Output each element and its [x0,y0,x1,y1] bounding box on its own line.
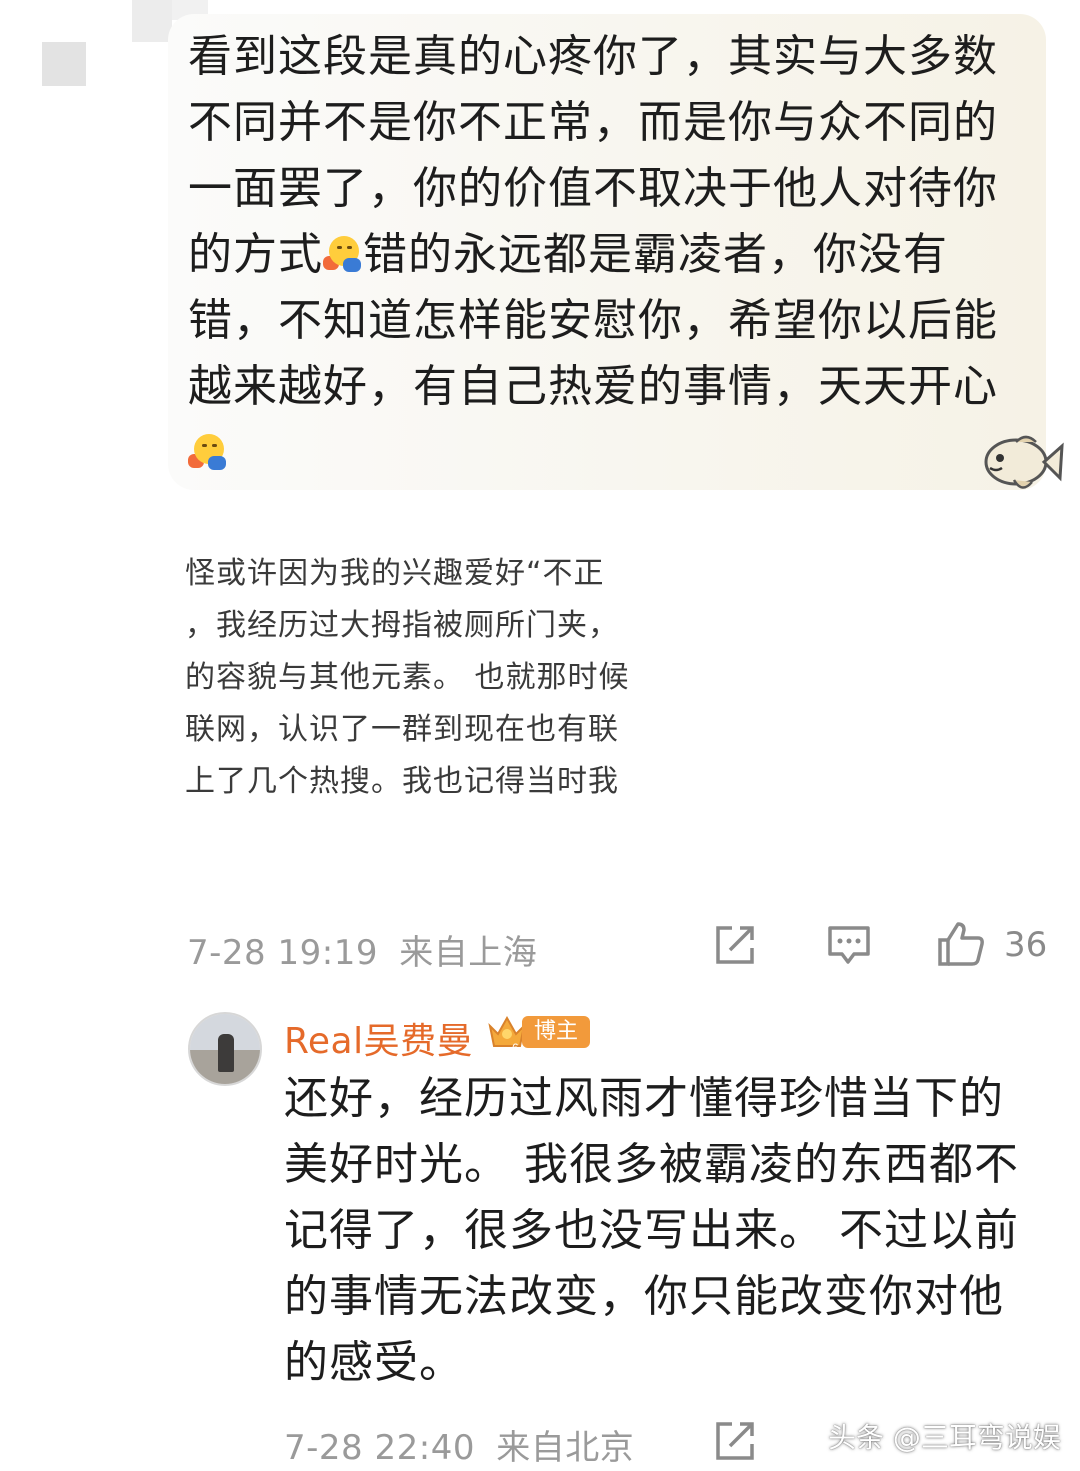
comment-meta: 7-28 19:19 来自上海 [187,925,537,974]
reply-text: 还好，经历过风雨才懂得珍惜当下的美好时光。 我很多被霸凌的东西都不记得了，很多也… [284,1073,1019,1388]
avatar[interactable] [188,1012,262,1086]
comment-line: 错的永远都是霸凌者，你没有 [363,229,948,280]
quote-line: 上了几个热搜。我也记得当时我 [185,764,619,799]
comment-line: 越来越好，有自己热爱的事情，天天开心 [188,361,998,412]
comment-line: 看到这段是真的心疼你了，其实与大多数 [188,31,998,82]
share-icon[interactable] [712,1418,758,1464]
comment-line: 错，不知道怎样能安慰你，希望你以后能 [188,295,998,346]
blogger-badge: 博主 [522,1016,591,1048]
like-icon[interactable] [936,920,986,968]
comment-icon[interactable] [826,922,872,968]
hugging-face-icon [323,234,363,274]
share-icon[interactable] [712,922,758,968]
comment-line: 不同并不是你不正常，而是你与众不同的 [188,97,998,148]
reply-meta: 7-28 22:40 来自北京 [284,1420,634,1469]
fish-icon [984,435,1064,489]
quote-line: ，我经历过大拇指被厕所门夹， [185,608,619,643]
reply-username[interactable]: Real吴费曼 [284,1012,473,1064]
comment-location: 来自上海 [399,933,538,973]
hugging-face-icon [188,432,228,472]
comment-line: 的方式 [188,229,323,280]
comment-timestamp: 7-28 19:19 [187,933,378,973]
quote-line: 联网，认识了一群到现在也有联 [185,712,619,747]
comment-card: 看到这段是真的心疼你了，其实与大多数 不同并不是你不正常，而是你与众不同的 一面罢了… [168,14,1046,490]
quoted-excerpt: 怪或许因为我的兴趣爱好“不正 ，我经历过大拇指被厕所门夹， 的容貌与其他元素。 … [185,548,677,810]
quote-line: 怪或许因为我的兴趣爱好“不正 [185,556,605,591]
reply-timestamp: 7-28 22:40 [284,1428,475,1468]
comment-line: 一面罢了，你的价值不取决于他人对待你 [188,163,998,214]
reply-location: 来自北京 [496,1428,635,1468]
like-count: 36 [1004,925,1048,965]
comment-thread: 看到这段是真的心疼你了，其实与大多数 不同并不是你不正常，而是你与众不同的 一面罢了… [0,0,1080,1471]
level-number: 6 [512,1041,519,1054]
watermark: 头条 @三耳弯说娱 [828,1421,1061,1454]
comment-text: 看到这段是真的心疼你了，其实与大多数 不同并不是你不正常，而是你与众不同的 一面罢了… [188,24,1010,486]
quote-line: 的容貌与其他元素。 也就那时候 [185,660,630,695]
